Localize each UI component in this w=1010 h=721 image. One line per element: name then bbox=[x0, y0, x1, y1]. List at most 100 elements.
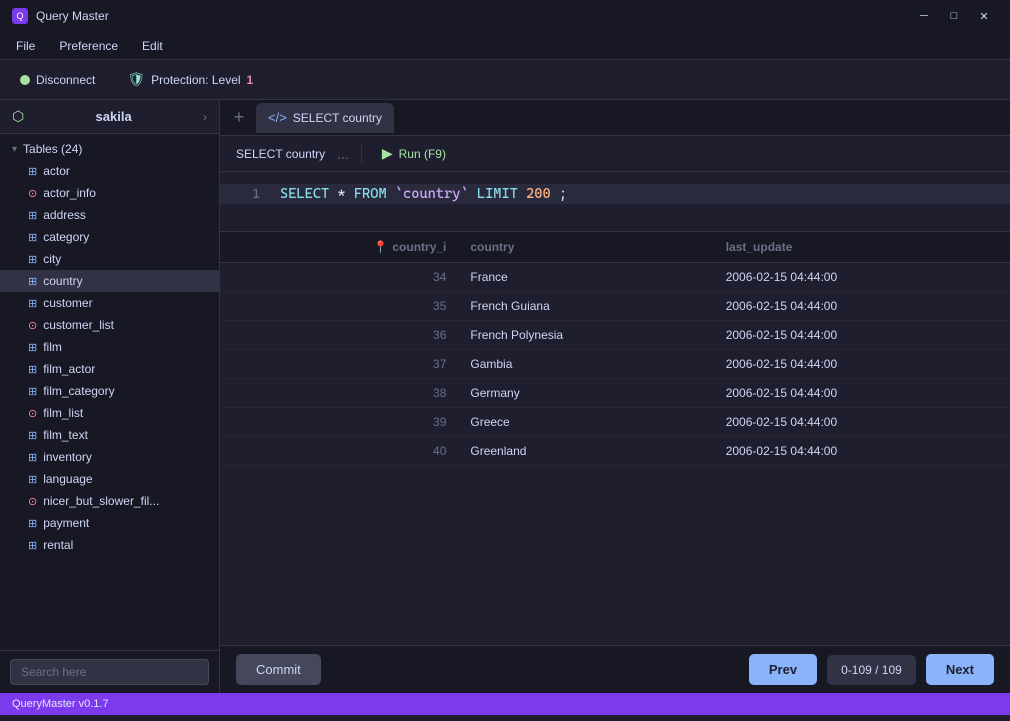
code-icon: </> bbox=[268, 110, 287, 125]
minimize-button[interactable]: ─ bbox=[910, 6, 938, 26]
chevron-right-icon[interactable]: › bbox=[203, 110, 207, 124]
maximize-button[interactable]: □ bbox=[940, 6, 968, 26]
results-table: 📍country_i country last_update 34 France… bbox=[220, 232, 1010, 466]
menu-preference[interactable]: Preference bbox=[47, 35, 130, 57]
play-icon: ▶ bbox=[382, 145, 393, 162]
table-icon: ⊞ bbox=[28, 451, 37, 464]
menubar: File Preference Edit bbox=[0, 32, 1010, 60]
page-info: 0-109 / 109 bbox=[827, 655, 916, 685]
prev-button[interactable]: Prev bbox=[749, 654, 817, 685]
bottom-bar: Commit Prev 0-109 / 109 Next bbox=[220, 645, 1010, 693]
cell-country: Gambia bbox=[458, 350, 713, 379]
shield-icon: 🛡 bbox=[127, 71, 145, 88]
table-icon: ⊞ bbox=[28, 539, 37, 552]
table-row[interactable]: 34 France 2006-02-15 04:44:00 bbox=[220, 263, 1010, 292]
table-icon: ⊞ bbox=[28, 517, 37, 530]
editor-tab-dots[interactable]: ... bbox=[337, 146, 349, 162]
sidebar-item-film-actor[interactable]: ⊞ film_actor bbox=[0, 358, 219, 380]
table-icon: ⊞ bbox=[28, 165, 37, 178]
tab-select-country[interactable]: </> SELECT country bbox=[256, 103, 394, 133]
toolbar: Disconnect 🛡 Protection: Level 1 bbox=[0, 60, 1010, 100]
cell-id: 39 bbox=[220, 408, 458, 437]
sidebar-item-actor[interactable]: ⊞ actor bbox=[0, 160, 219, 182]
table-icon: ⊞ bbox=[28, 341, 37, 354]
tab-bar: + </> SELECT country bbox=[220, 100, 1010, 136]
table-row[interactable]: 40 Greenland 2006-02-15 04:44:00 bbox=[220, 437, 1010, 466]
cell-last-update: 2006-02-15 04:44:00 bbox=[714, 292, 1010, 321]
col-header-country-id: 📍country_i bbox=[220, 232, 458, 263]
new-tab-button[interactable]: + bbox=[226, 105, 252, 131]
cell-country: France bbox=[458, 263, 713, 292]
view-icon: ⊙ bbox=[28, 407, 37, 420]
sidebar-item-film-category[interactable]: ⊞ film_category bbox=[0, 380, 219, 402]
sidebar-item-category[interactable]: ⊞ category bbox=[0, 226, 219, 248]
table-icon: ⊞ bbox=[28, 363, 37, 376]
cell-id: 40 bbox=[220, 437, 458, 466]
cell-country: French Guiana bbox=[458, 292, 713, 321]
table-row[interactable]: 35 French Guiana 2006-02-15 04:44:00 bbox=[220, 292, 1010, 321]
table-row[interactable]: 36 French Polynesia 2006-02-15 04:44:00 bbox=[220, 321, 1010, 350]
content-area: + </> SELECT country SELECT country ... … bbox=[220, 100, 1010, 693]
code-line-1: 1 SELECT * FROM `country` LIMIT 200 ; bbox=[220, 184, 1010, 204]
table-icon: ⊞ bbox=[28, 385, 37, 398]
next-button[interactable]: Next bbox=[926, 654, 994, 685]
cell-country: Germany bbox=[458, 379, 713, 408]
sidebar-item-inventory[interactable]: ⊞ inventory bbox=[0, 446, 219, 468]
divider bbox=[361, 144, 362, 164]
sidebar-item-address[interactable]: ⊞ address bbox=[0, 204, 219, 226]
disconnect-button[interactable]: Disconnect bbox=[12, 69, 103, 91]
cell-id: 36 bbox=[220, 321, 458, 350]
editor-toolbar: SELECT country ... ▶ Run (F9) bbox=[220, 136, 1010, 172]
view-icon: ⊙ bbox=[28, 319, 37, 332]
editor-tab-label[interactable]: SELECT country bbox=[236, 147, 325, 161]
col-header-country: country bbox=[458, 232, 713, 263]
sidebar-item-nicer[interactable]: ⊙ nicer_but_slower_fil... bbox=[0, 490, 219, 512]
menu-edit[interactable]: Edit bbox=[130, 35, 175, 57]
cell-last-update: 2006-02-15 04:44:00 bbox=[714, 350, 1010, 379]
cell-last-update: 2006-02-15 04:44:00 bbox=[714, 437, 1010, 466]
sidebar-item-country[interactable]: ⊞ country bbox=[0, 270, 219, 292]
sidebar-item-language[interactable]: ⊞ language bbox=[0, 468, 219, 490]
cell-id: 34 bbox=[220, 263, 458, 292]
tables-header-label: Tables (24) bbox=[23, 142, 82, 156]
cell-country: Greece bbox=[458, 408, 713, 437]
results-scroll[interactable]: 📍country_i country last_update 34 France… bbox=[220, 232, 1010, 645]
sidebar-item-film-list[interactable]: ⊙ film_list bbox=[0, 402, 219, 424]
table-row[interactable]: 38 Germany 2006-02-15 04:44:00 bbox=[220, 379, 1010, 408]
table-row[interactable]: 39 Greece 2006-02-15 04:44:00 bbox=[220, 408, 1010, 437]
search-input[interactable] bbox=[10, 659, 209, 685]
col-header-last-update: last_update bbox=[714, 232, 1010, 263]
commit-button[interactable]: Commit bbox=[236, 654, 321, 685]
editor-area[interactable]: 1 SELECT * FROM `country` LIMIT 200 ; bbox=[220, 172, 1010, 232]
table-icon: ⊞ bbox=[28, 275, 37, 288]
sidebar-item-customer-list[interactable]: ⊙ customer_list bbox=[0, 314, 219, 336]
app-icon: Q bbox=[12, 8, 28, 24]
sidebar-item-city[interactable]: ⊞ city bbox=[0, 248, 219, 270]
protection-badge: 🛡 Protection: Level 1 bbox=[119, 67, 261, 92]
table-icon: ⊞ bbox=[28, 253, 37, 266]
table-icon: ⊞ bbox=[28, 209, 37, 222]
sidebar-item-payment[interactable]: ⊞ payment bbox=[0, 512, 219, 534]
sidebar-item-film-text[interactable]: ⊞ film_text bbox=[0, 424, 219, 446]
sidebar-item-customer[interactable]: ⊞ customer bbox=[0, 292, 219, 314]
cell-last-update: 2006-02-15 04:44:00 bbox=[714, 263, 1010, 292]
run-button[interactable]: ▶ Run (F9) bbox=[374, 141, 454, 166]
sidebar-header: ⬡ sakila › bbox=[0, 100, 219, 134]
tables-group-header[interactable]: ▾ Tables (24) bbox=[0, 138, 219, 160]
close-button[interactable]: ✕ bbox=[970, 6, 998, 26]
sidebar-item-rental[interactable]: ⊞ rental bbox=[0, 534, 219, 556]
table-icon: ⊞ bbox=[28, 429, 37, 442]
table-row[interactable]: 37 Gambia 2006-02-15 04:44:00 bbox=[220, 350, 1010, 379]
cell-id: 37 bbox=[220, 350, 458, 379]
menu-file[interactable]: File bbox=[4, 35, 47, 57]
database-icon: ⬡ bbox=[12, 108, 24, 125]
sidebar-item-film[interactable]: ⊞ film bbox=[0, 336, 219, 358]
cell-id: 38 bbox=[220, 379, 458, 408]
table-icon: ⊞ bbox=[28, 297, 37, 310]
sidebar-item-actor-info[interactable]: ⊙ actor_info bbox=[0, 182, 219, 204]
main-layout: ⬡ sakila › ▾ Tables (24) ⊞ actor ⊙ actor… bbox=[0, 100, 1010, 693]
cell-last-update: 2006-02-15 04:44:00 bbox=[714, 321, 1010, 350]
results-area: 📍country_i country last_update 34 France… bbox=[220, 232, 1010, 645]
titlebar: Q Query Master ─ □ ✕ bbox=[0, 0, 1010, 32]
pin-icon: 📍 bbox=[373, 240, 388, 254]
